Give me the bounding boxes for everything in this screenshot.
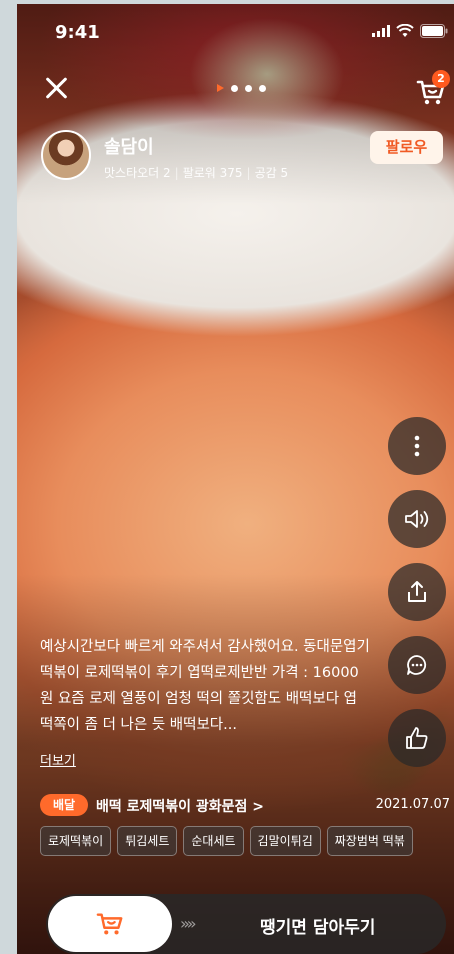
share-button[interactable] xyxy=(388,563,446,621)
user-likes: 공감 5 xyxy=(254,166,289,180)
user-name[interactable]: 솔담이 xyxy=(104,133,154,159)
store-name-link[interactable]: 배떡 로제떡볶이 광화문점 > xyxy=(96,796,264,816)
phone-screen: 9:41 2 솔담이 맛스타오더 2 | 팔로워 375 | 공감 5 팔로우 … xyxy=(17,4,454,954)
battery-icon xyxy=(420,24,448,38)
comment-icon xyxy=(407,655,427,675)
like-icon xyxy=(406,727,428,749)
menu-tag[interactable]: 로제떡볶이 xyxy=(40,826,112,856)
chevron-right-icon: »» xyxy=(180,914,196,933)
page-dot xyxy=(231,84,238,92)
cart-count-badge: 2 xyxy=(432,70,450,88)
wifi-icon xyxy=(396,24,414,37)
add-to-cart-slider[interactable]: »» 땡기면 담아두기 xyxy=(46,894,446,954)
screen-frame: 9:41 2 솔담이 맛스타오더 2 | 팔로워 375 | 공감 5 팔로우 … xyxy=(0,0,454,954)
sound-button[interactable] xyxy=(388,490,446,548)
menu-tag[interactable]: 김말이튀김 xyxy=(249,826,321,856)
user-followers: 팔로워 375 xyxy=(182,166,243,180)
menu-tag[interactable]: 순대세트 xyxy=(183,826,244,856)
close-icon[interactable] xyxy=(43,74,71,102)
store-row: 배달 배떡 로제떡볶이 광화문점 > 2021.07.07 xyxy=(40,794,450,818)
user-stats: 맛스타오더 2 | 팔로워 375 | 공감 5 xyxy=(104,166,289,180)
cart-slider-handle[interactable] xyxy=(48,896,172,952)
menu-tag[interactable]: 튀김세트 xyxy=(117,826,178,856)
page-dot xyxy=(259,84,266,92)
avatar[interactable] xyxy=(41,130,91,180)
page-indicator xyxy=(217,84,266,92)
play-indicator-icon xyxy=(217,84,224,92)
status-time: 9:41 xyxy=(55,22,100,43)
speaker-icon xyxy=(405,510,429,528)
status-icons xyxy=(372,24,448,38)
user-grade: 맛스타오더 2 xyxy=(104,166,171,180)
delivery-badge: 배달 xyxy=(40,794,88,816)
menu-tags: 로제떡볶이 튀김세트 순대세트 김말이튀김 짜장범벅 떡볶 xyxy=(40,826,454,856)
page-dot xyxy=(245,84,252,92)
share-icon xyxy=(408,581,426,602)
status-bar: 9:41 xyxy=(17,4,454,54)
add-to-cart-label: 땡기면 담아두기 xyxy=(260,918,376,938)
more-icon xyxy=(414,435,420,457)
follow-button[interactable]: 팔로우 xyxy=(370,131,443,164)
more-link[interactable]: 더보기 xyxy=(40,750,76,769)
comment-button[interactable] xyxy=(388,636,446,694)
order-date: 2021.07.07 xyxy=(375,797,450,812)
menu-tag[interactable]: 짜장범벅 떡볶 xyxy=(326,826,413,856)
more-options-button[interactable] xyxy=(388,417,446,475)
review-text: 예상시간보다 빠르게 와주셔서 감사했어요. 동대문엽기떡볶이 로제떡볶이 후기… xyxy=(40,639,370,733)
cart-icon xyxy=(96,913,123,935)
signal-icon xyxy=(372,25,390,37)
like-button[interactable] xyxy=(388,709,446,767)
